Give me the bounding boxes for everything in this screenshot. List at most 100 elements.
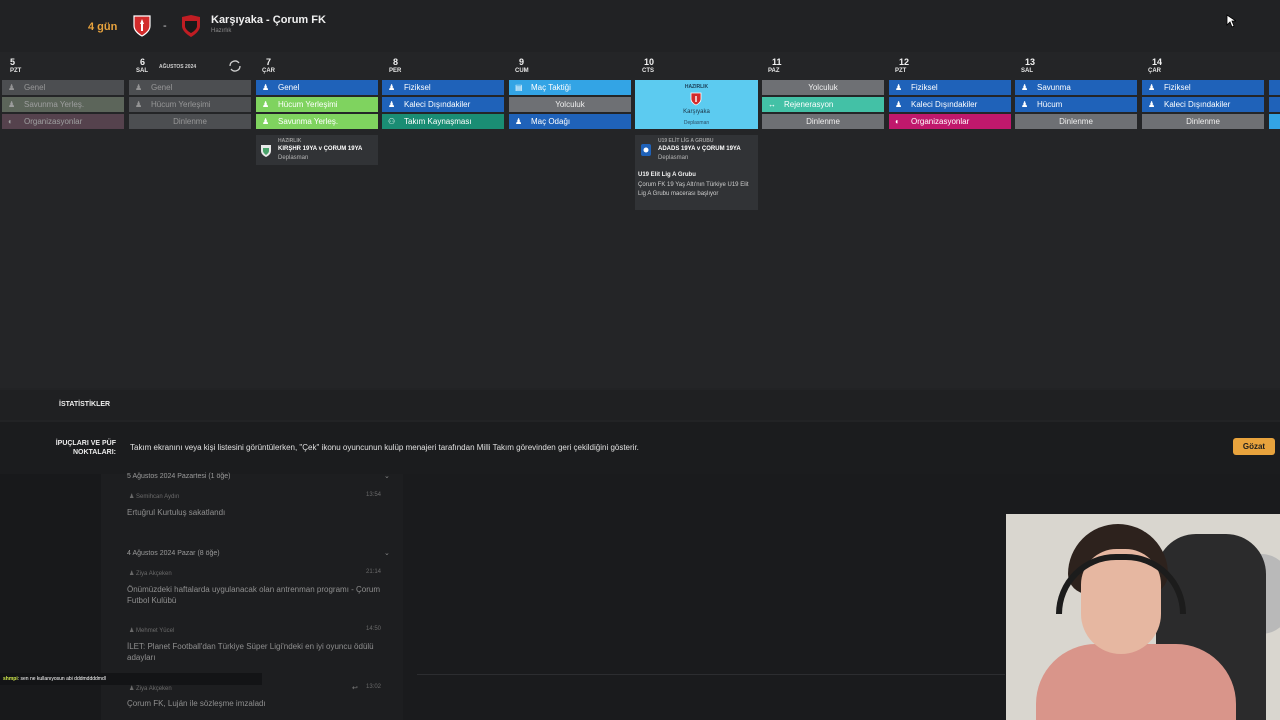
session-label: Dinlenme	[1059, 117, 1093, 126]
recovery-icon: ↔	[768, 100, 776, 109]
session-label: Dinlenme	[806, 117, 840, 126]
match-title[interactable]: Karşıyaka - Çorum FK	[211, 14, 326, 26]
session-physical[interactable]: ♟ Fiziksel	[1142, 80, 1264, 95]
session-outfield[interactable]: ♟ Kaleci Dışındakiler	[1142, 97, 1264, 112]
session-match-focus[interactable]: ♟ Maç Odağı	[509, 114, 631, 129]
person-icon: ♟	[262, 100, 270, 109]
person-icon: ♟	[262, 83, 270, 92]
session-attacking[interactable]: ♟ Hücum	[1015, 97, 1137, 112]
karsiyaka-crest-icon	[690, 92, 702, 106]
league-badge-icon	[641, 144, 651, 156]
tips-text: Takım ekranını veya kişi listesini görün…	[130, 443, 639, 452]
day-header-5[interactable]: 5 PZT	[10, 58, 21, 75]
session-defending[interactable]: ♟ Savunma Yerleş.	[256, 114, 378, 129]
month-label: AĞUSTOS 2024	[159, 64, 197, 70]
inbox-subject[interactable]: İLET: Planet Football'dan Türkiye Süper …	[127, 641, 387, 663]
inbox-time: 13:54	[366, 492, 382, 498]
inbox-sender: ♟ Ziya Akçeken	[129, 685, 172, 692]
day-name: PZT	[895, 68, 907, 74]
chat-username: shmpi	[3, 676, 18, 682]
clipboard-icon: ◐	[895, 117, 900, 126]
session-label: Kaleci Dışındakiler	[404, 100, 471, 109]
day-number: 12	[899, 57, 910, 67]
inbox-subject[interactable]: Ertuğrul Kurtuluş sakatlandı	[127, 507, 387, 518]
chevron-down-icon[interactable]: ⌄	[384, 472, 390, 480]
browse-button[interactable]: Gözat	[1233, 438, 1275, 455]
day-name: SAL	[1021, 68, 1033, 74]
day-name: SAL	[136, 68, 148, 74]
person-icon: ♟	[135, 83, 143, 92]
session-label: Genel	[151, 83, 173, 92]
event-title: U19 Elit Lig A Grubu	[638, 172, 696, 178]
match-venue: Deplasman	[683, 120, 710, 126]
session-rest[interactable]: Dinlenme	[1015, 114, 1137, 129]
session-travel[interactable]: Yolculuk	[762, 80, 884, 95]
session-label: Kaleci Dışındakiler	[911, 100, 978, 109]
session-defending[interactable]: ♟ Savunma Yerleş.	[2, 97, 124, 112]
day-header-9[interactable]: 9 CUM	[515, 58, 529, 75]
stats-bar[interactable]: İSTATİSTİKLER	[0, 390, 1280, 420]
day-number: 14	[1152, 57, 1163, 67]
session-physical[interactable]: ♟ Fiziksel	[889, 80, 1011, 95]
person-icon: ♟	[8, 100, 16, 109]
day-name: CTS	[642, 68, 654, 74]
session-team-bonding[interactable]: ⚇ Takım Kaynaşması	[382, 114, 504, 129]
corum-crest-icon[interactable]	[181, 14, 201, 38]
day-header-10[interactable]: 10 CTS	[642, 58, 654, 75]
day-header-6[interactable]: 6 SAL	[136, 58, 148, 75]
person-icon: ♟	[895, 83, 903, 92]
session-defending[interactable]: ♟ Savunma	[1015, 80, 1137, 95]
session-organization[interactable]: ◐ Organizasyonlar	[889, 114, 1011, 129]
session-attacking[interactable]: ♟ Hücum Yerleşimi	[129, 97, 251, 112]
chevron-down-icon[interactable]: ⌄	[384, 549, 390, 557]
webcam-overlay	[1006, 514, 1280, 720]
stats-label[interactable]: İSTATİSTİKLER	[59, 401, 110, 408]
session-organization[interactable]: ◐ Organizasyonlar	[2, 114, 124, 129]
inbox-subject[interactable]: Önümüzdeki haftalarda uygulanacak olan a…	[127, 584, 387, 606]
inbox-group-header[interactable]: 4 Ağustos 2024 Pazar (8 öğe)	[127, 550, 220, 557]
session-general[interactable]: ♟ Genel	[2, 80, 124, 95]
inbox-group-header[interactable]: 5 Ağustos 2024 Pazartesi (1 öğe)	[127, 473, 231, 480]
session-label: Genel	[24, 83, 46, 92]
day-header-11[interactable]: 11 PAZ	[768, 58, 782, 75]
refresh-icon[interactable]	[227, 58, 243, 74]
session-recovery[interactable]: ↔ Rejenerasyon	[762, 97, 884, 112]
session-partial[interactable]	[1269, 114, 1280, 129]
day-number: 8	[393, 57, 399, 67]
match-competition: HAZIRLIK	[278, 138, 302, 144]
day-header-14[interactable]: 14 ÇAR	[1148, 58, 1162, 75]
match-card-d7[interactable]: HAZIRLIK KIRŞHR 19YA v ÇORUM 19YA Deplas…	[256, 135, 378, 165]
versus-separator: -	[163, 20, 167, 32]
person-icon: ♟	[129, 494, 137, 500]
day-header-7[interactable]: 7 ÇAR	[262, 58, 275, 75]
day-header-8[interactable]: 8 PER	[389, 58, 401, 75]
session-label: Yolculuk	[808, 83, 838, 92]
session-outfield[interactable]: ♟ Kaleci Dışındakiler	[889, 97, 1011, 112]
session-general[interactable]: ♟ Genel	[129, 80, 251, 95]
session-rest[interactable]: Dinlenme	[129, 114, 251, 129]
session-travel[interactable]: Yolculuk	[509, 97, 631, 112]
session-general[interactable]: ♟ Genel	[256, 80, 378, 95]
day-number: 5	[10, 57, 16, 67]
match-day-card-karsiyaka[interactable]: HAZIRLIK Karşıyaka Deplasman	[635, 80, 758, 129]
day-header-12[interactable]: 12 PZT	[895, 58, 909, 75]
session-partial[interactable]	[1269, 80, 1280, 95]
session-attacking[interactable]: ♟ Hücum Yerleşimi	[256, 97, 378, 112]
day-number: 7	[266, 57, 272, 67]
session-label: Fiziksel	[911, 83, 938, 92]
session-label: Takım Kaynaşması	[404, 117, 472, 126]
session-physical[interactable]: ♟ Fiziksel	[382, 80, 504, 95]
inbox-subject[interactable]: Çorum FK, Luján ile sözleşme imzaladı	[127, 698, 387, 709]
karsiyaka-crest-icon[interactable]	[132, 14, 152, 38]
session-label: Savunma	[1037, 83, 1071, 92]
session-partial[interactable]	[1269, 97, 1280, 112]
day-header-13[interactable]: 13 SAL	[1021, 58, 1035, 75]
session-rest[interactable]: Dinlenme	[1142, 114, 1264, 129]
session-label: Maç Taktiği	[531, 83, 571, 92]
session-match-tactics[interactable]: ▤ Maç Taktiği	[509, 80, 631, 95]
sender-name: Ziya Akçeken	[136, 686, 172, 692]
inbox-time: 14:50	[366, 626, 382, 632]
session-rest[interactable]: Dinlenme	[762, 114, 884, 129]
person-icon: ♟	[1148, 83, 1156, 92]
session-outfield[interactable]: ♟ Kaleci Dışındakiler	[382, 97, 504, 112]
